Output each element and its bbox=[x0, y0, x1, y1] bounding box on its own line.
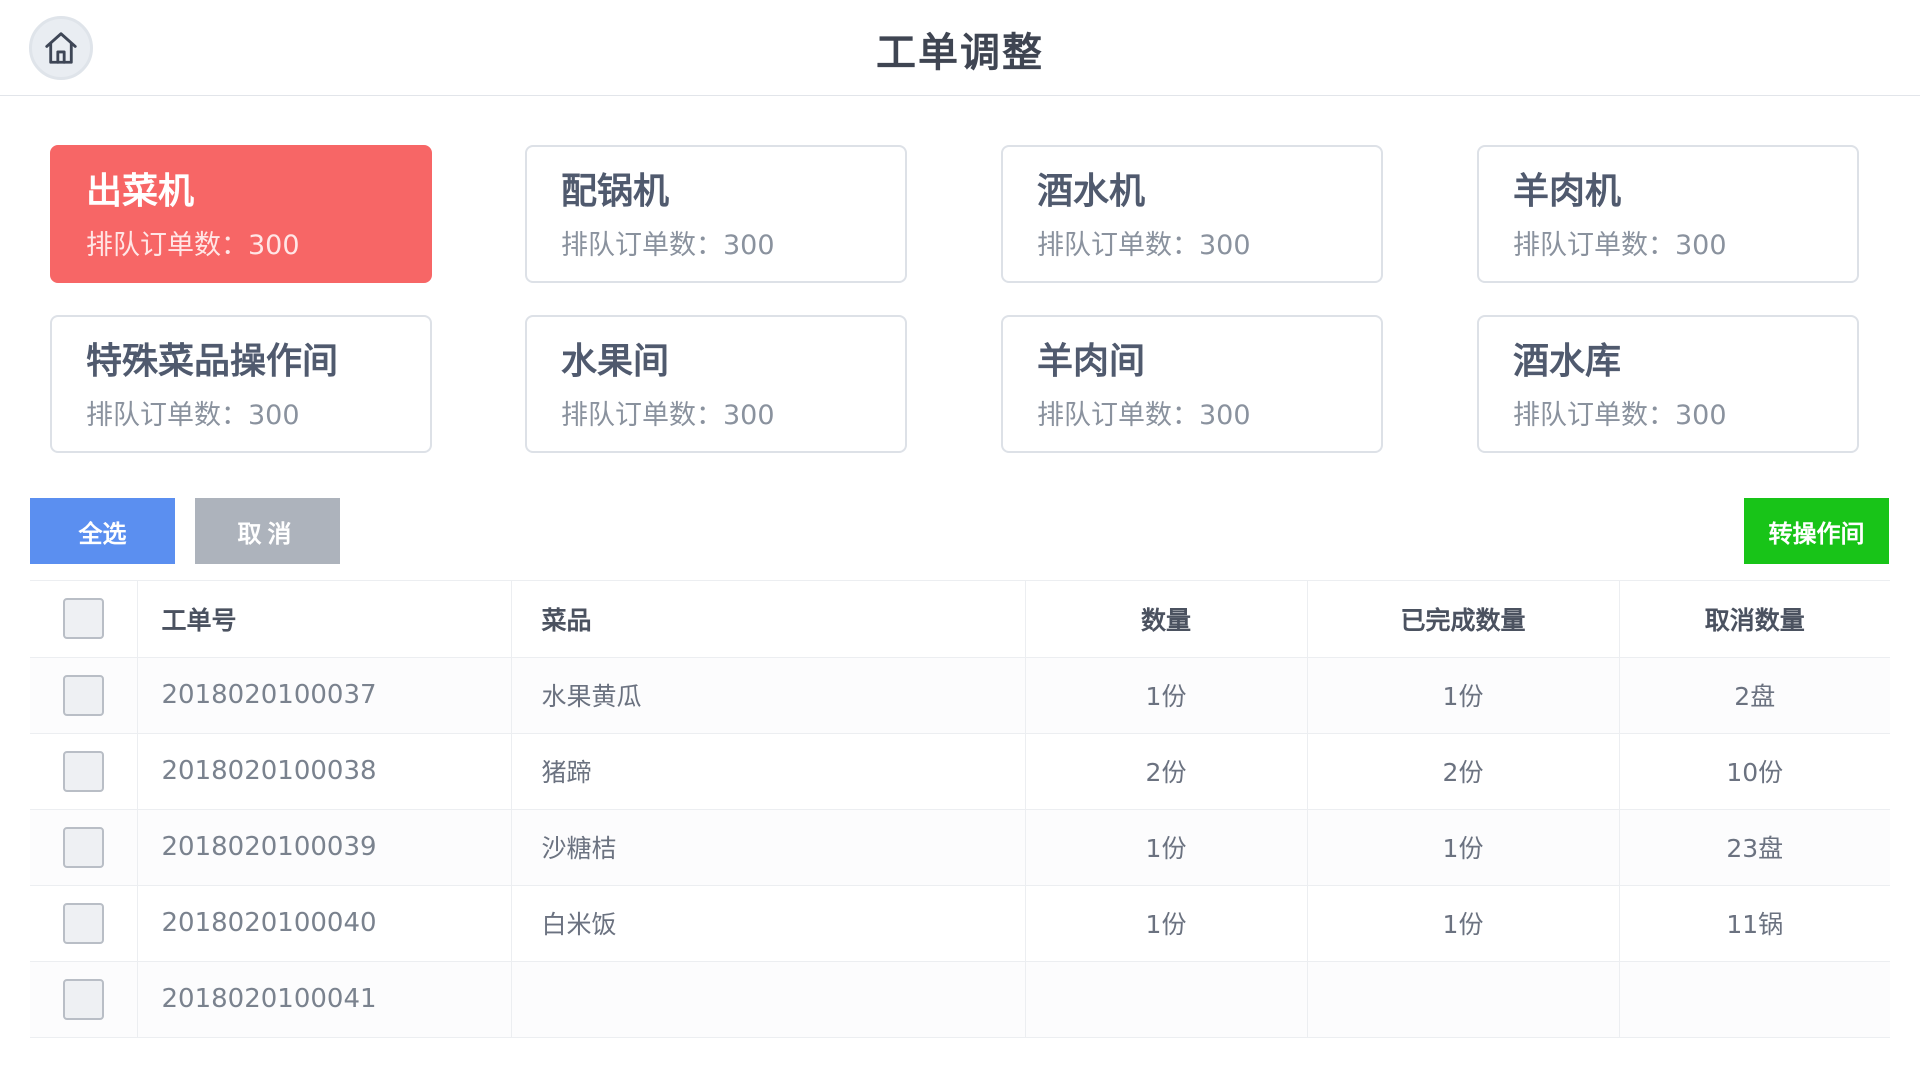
station-name: 羊肉机 bbox=[1513, 171, 1622, 212]
station-card-wine-store[interactable]: 酒水库 排队订单数：300 bbox=[1477, 315, 1859, 453]
cell-qty: 1份 bbox=[1025, 809, 1308, 886]
column-header-done[interactable]: 已完成数量 bbox=[1307, 581, 1620, 658]
station-queue-count: 排队订单数：300 bbox=[561, 230, 775, 261]
station-name: 酒水库 bbox=[1513, 341, 1622, 382]
station-name: 特殊菜品操作间 bbox=[86, 341, 339, 382]
cell-order: 2018020100040 bbox=[137, 885, 512, 962]
work-order-table: 工单号 菜品 数量 已完成数量 取消数量 2018020100037 水果黄瓜 … bbox=[30, 580, 1890, 1038]
cell-qty bbox=[1025, 961, 1308, 1038]
cell-dish: 沙糖桔 bbox=[511, 809, 1026, 886]
station-queue-count: 排队订单数：300 bbox=[1037, 230, 1251, 261]
cell-dish: 白米饭 bbox=[511, 885, 1026, 962]
cell-order: 2018020100041 bbox=[137, 961, 512, 1038]
cell-dish: 猪蹄 bbox=[511, 733, 1026, 810]
table-row[interactable]: 2018020100037 水果黄瓜 1份 1份 2盘 bbox=[30, 657, 1890, 734]
cell-cancelled: 11锅 bbox=[1619, 885, 1890, 962]
table-header-row: 工单号 菜品 数量 已完成数量 取消数量 bbox=[30, 581, 1890, 658]
cell-order: 2018020100039 bbox=[137, 809, 512, 886]
station-name: 酒水机 bbox=[1037, 171, 1146, 212]
row-checkbox[interactable] bbox=[62, 674, 104, 716]
cell-qty: 1份 bbox=[1025, 657, 1308, 734]
column-header-qty[interactable]: 数量 bbox=[1025, 581, 1308, 658]
station-card-dish-machine[interactable]: 出菜机 排队订单数：300 bbox=[50, 145, 432, 283]
cell-order: 2018020100037 bbox=[137, 657, 512, 734]
cancel-button[interactable]: 取消 bbox=[195, 498, 340, 564]
select-all-button[interactable]: 全选 bbox=[30, 498, 175, 564]
station-queue-count: 排队订单数：300 bbox=[1513, 400, 1727, 431]
station-queue-count: 排队订单数：300 bbox=[561, 400, 775, 431]
station-name: 配锅机 bbox=[561, 171, 670, 212]
table-row[interactable]: 2018020100040 白米饭 1份 1份 11锅 bbox=[30, 885, 1890, 962]
station-card-pot-machine[interactable]: 配锅机 排队订单数：300 bbox=[525, 145, 907, 283]
station-card-special-dishes-room[interactable]: 特殊菜品操作间 排队订单数：300 bbox=[50, 315, 432, 453]
header-bar: 工单调整 bbox=[0, 0, 1920, 96]
cell-cancelled: 23盘 bbox=[1619, 809, 1890, 886]
row-checkbox[interactable] bbox=[62, 826, 104, 868]
cell-done: 1份 bbox=[1307, 657, 1620, 734]
cell-cancelled: 2盘 bbox=[1619, 657, 1890, 734]
station-card-mutton-room[interactable]: 羊肉间 排队订单数：300 bbox=[1001, 315, 1383, 453]
cell-dish: 水果黄瓜 bbox=[511, 657, 1026, 734]
cell-done: 1份 bbox=[1307, 809, 1620, 886]
cell-done: 1份 bbox=[1307, 885, 1620, 962]
station-card-drinks-machine[interactable]: 酒水机 排队订单数：300 bbox=[1001, 145, 1383, 283]
station-name: 水果间 bbox=[561, 341, 670, 382]
page-title: 工单调整 bbox=[876, 30, 1044, 76]
transfer-room-button[interactable]: 转操作间 bbox=[1744, 498, 1889, 564]
select-all-checkbox[interactable] bbox=[62, 598, 104, 640]
row-checkbox[interactable] bbox=[62, 978, 104, 1020]
cell-order: 2018020100038 bbox=[137, 733, 512, 810]
station-queue-count: 排队订单数：300 bbox=[86, 400, 300, 431]
station-name: 羊肉间 bbox=[1037, 341, 1146, 382]
cell-cancelled: 10份 bbox=[1619, 733, 1890, 810]
cell-cancelled bbox=[1619, 961, 1890, 1038]
station-queue-count: 排队订单数：300 bbox=[86, 230, 300, 261]
cell-dish bbox=[511, 961, 1026, 1038]
station-queue-count: 排队订单数：300 bbox=[1037, 400, 1251, 431]
station-name: 出菜机 bbox=[86, 171, 195, 212]
cell-done bbox=[1307, 961, 1620, 1038]
table-row[interactable]: 2018020100039 沙糖桔 1份 1份 23盘 bbox=[30, 809, 1890, 886]
station-card-mutton-machine[interactable]: 羊肉机 排队订单数：300 bbox=[1477, 145, 1859, 283]
row-checkbox[interactable] bbox=[62, 750, 104, 792]
station-card-fruit-room[interactable]: 水果间 排队订单数：300 bbox=[525, 315, 907, 453]
station-queue-count: 排队订单数：300 bbox=[1513, 230, 1727, 261]
row-checkbox[interactable] bbox=[62, 902, 104, 944]
cell-qty: 2份 bbox=[1025, 733, 1308, 810]
column-header-dish[interactable]: 菜品 bbox=[511, 581, 1026, 658]
table-row[interactable]: 2018020100038 猪蹄 2份 2份 10份 bbox=[30, 733, 1890, 810]
cell-qty: 1份 bbox=[1025, 885, 1308, 962]
column-header-order[interactable]: 工单号 bbox=[137, 581, 512, 658]
column-header-cancelled[interactable]: 取消数量 bbox=[1619, 581, 1890, 658]
cell-done: 2份 bbox=[1307, 733, 1620, 810]
table-row[interactable]: 2018020100041 bbox=[30, 961, 1890, 1038]
